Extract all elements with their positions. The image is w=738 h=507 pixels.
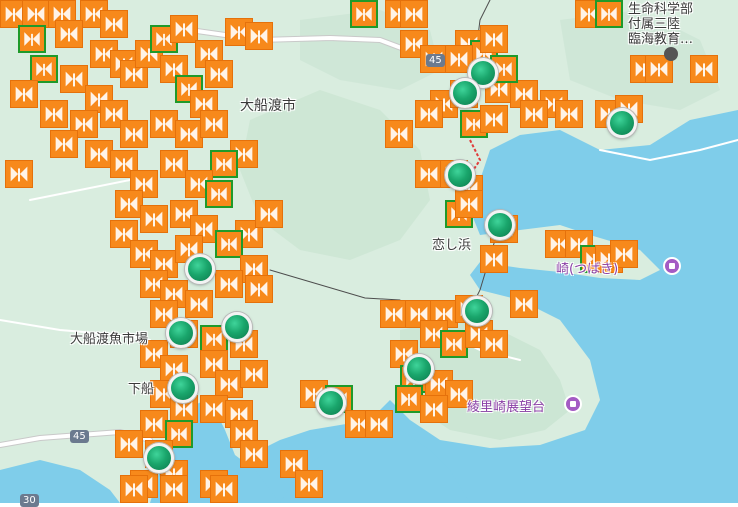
route-45-shield: 45	[426, 54, 445, 67]
tsunami-sign-icon[interactable]	[400, 0, 428, 28]
tsunami-sign-icon[interactable]	[55, 20, 83, 48]
green-station-icon[interactable]	[450, 78, 480, 108]
tsunami-sign-icon[interactable]	[185, 290, 213, 318]
place-label-fish-market: 大船渡魚市場	[70, 332, 149, 347]
tsunami-sign-icon[interactable]	[50, 130, 78, 158]
tsunami-sign-icon[interactable]	[215, 370, 243, 398]
tsunami-sign-icon[interactable]	[365, 410, 393, 438]
poi-label-cape[interactable]: 崎(つばき)	[556, 258, 618, 277]
tsunami-sign-icon[interactable]	[215, 230, 243, 258]
tsunami-sign-icon[interactable]	[480, 25, 508, 53]
green-station-icon[interactable]	[404, 354, 434, 384]
tsunami-sign-icon[interactable]	[140, 410, 168, 438]
tsunami-sign-icon[interactable]	[22, 0, 50, 28]
tsunami-sign-icon[interactable]	[480, 105, 508, 133]
green-station-icon[interactable]	[168, 373, 198, 403]
tsunami-sign-icon[interactable]	[295, 470, 323, 498]
route-30-shield: 30	[20, 494, 39, 507]
tsunami-sign-icon[interactable]	[140, 205, 168, 233]
tsunami-sign-icon[interactable]	[255, 200, 283, 228]
tsunami-sign-icon[interactable]	[380, 300, 408, 328]
landmark-icon[interactable]	[664, 47, 678, 61]
tsunami-sign-icon[interactable]	[100, 10, 128, 38]
tsunami-sign-icon[interactable]	[200, 395, 228, 423]
tsunami-sign-icon[interactable]	[205, 180, 233, 208]
tsunami-sign-icon[interactable]	[5, 160, 33, 188]
city-label-ofunato: 大船渡市	[240, 98, 296, 114]
tsunami-sign-icon[interactable]	[415, 100, 443, 128]
tsunami-sign-icon[interactable]	[120, 475, 148, 503]
tsunami-sign-icon[interactable]	[175, 120, 203, 148]
tsunami-sign-icon[interactable]	[480, 245, 508, 273]
tsunami-sign-icon[interactable]	[120, 120, 148, 148]
tsunami-sign-icon[interactable]	[555, 100, 583, 128]
green-station-icon[interactable]	[462, 296, 492, 326]
tsunami-sign-icon[interactable]	[480, 330, 508, 358]
green-station-icon[interactable]	[222, 312, 252, 342]
green-station-icon[interactable]	[485, 210, 515, 240]
tsunami-sign-icon[interactable]	[60, 65, 88, 93]
tsunami-sign-icon[interactable]	[455, 190, 483, 218]
tsunami-sign-icon[interactable]	[420, 395, 448, 423]
landmark-icon[interactable]	[663, 257, 681, 275]
green-station-icon[interactable]	[144, 443, 174, 473]
tsunami-sign-icon[interactable]	[440, 330, 468, 358]
tsunami-sign-icon[interactable]	[240, 360, 268, 388]
tsunami-sign-icon[interactable]	[240, 440, 268, 468]
tsunami-sign-icon[interactable]	[200, 110, 228, 138]
place-label-shimo: 下船	[128, 382, 155, 397]
tsunami-sign-icon[interactable]	[160, 150, 188, 178]
tsunami-sign-icon[interactable]	[245, 275, 273, 303]
tsunami-sign-icon[interactable]	[245, 22, 273, 50]
tsunami-sign-icon[interactable]	[520, 100, 548, 128]
tsunami-sign-icon[interactable]	[115, 430, 143, 458]
tsunami-sign-icon[interactable]	[18, 25, 46, 53]
tsunami-sign-icon[interactable]	[170, 15, 198, 43]
tsunami-sign-icon[interactable]	[160, 475, 188, 503]
tsunami-sign-icon[interactable]	[115, 190, 143, 218]
tsunami-sign-icon[interactable]	[30, 55, 58, 83]
edu-label-line3: 臨海教育…	[628, 32, 694, 47]
tsunami-sign-icon[interactable]	[210, 150, 238, 178]
landmark-icon[interactable]	[564, 395, 582, 413]
tsunami-sign-icon[interactable]	[415, 160, 443, 188]
tsunami-sign-icon[interactable]	[395, 385, 423, 413]
tsunami-sign-icon[interactable]	[215, 270, 243, 298]
tsunami-sign-icon[interactable]	[10, 80, 38, 108]
tsunami-sign-icon[interactable]	[510, 290, 538, 318]
tsunami-sign-icon[interactable]	[210, 475, 238, 503]
tsunami-sign-icon[interactable]	[350, 0, 378, 28]
tsunami-sign-icon[interactable]	[205, 60, 233, 88]
route-45-shield: 45	[70, 430, 89, 443]
tsunami-sign-icon[interactable]	[85, 140, 113, 168]
green-station-icon[interactable]	[445, 160, 475, 190]
green-station-icon[interactable]	[607, 108, 637, 138]
place-label-koishihama: 恋し浜	[432, 238, 472, 253]
tsunami-sign-icon[interactable]	[150, 110, 178, 138]
green-station-icon[interactable]	[166, 318, 196, 348]
green-station-icon[interactable]	[316, 388, 346, 418]
tsunami-sign-icon[interactable]	[595, 0, 623, 28]
tsunami-sign-icon[interactable]	[385, 120, 413, 148]
tsunami-sign-icon[interactable]	[690, 55, 718, 83]
poi-label-ryori-observatory[interactable]: 綾里崎展望台	[467, 396, 545, 415]
green-station-icon[interactable]	[185, 254, 215, 284]
tsunami-sign-icon[interactable]	[40, 100, 68, 128]
